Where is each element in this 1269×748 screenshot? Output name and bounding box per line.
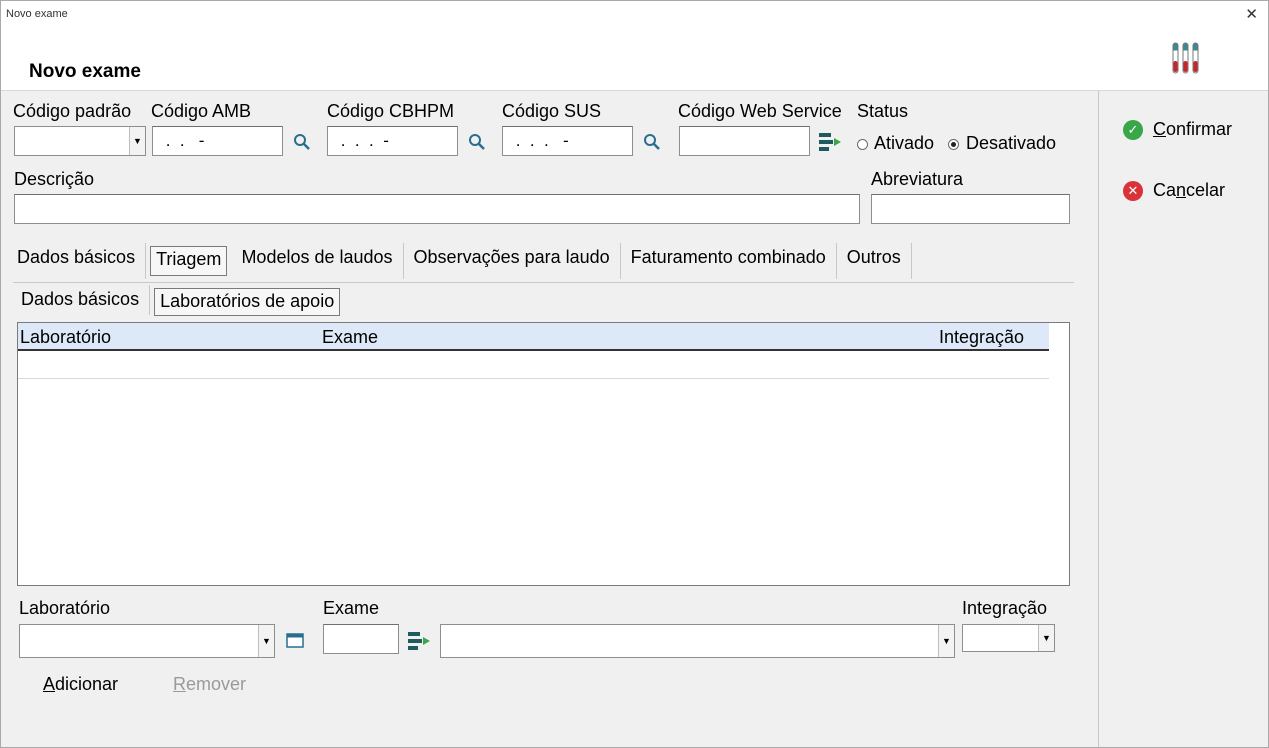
adicionar-label: dicionar: [55, 674, 119, 694]
codigo-padrao-select[interactable]: ▼: [14, 126, 146, 156]
window-icon[interactable]: [286, 633, 304, 648]
web-service-icon[interactable]: [818, 130, 842, 154]
status-ativado-radio[interactable]: [857, 139, 868, 150]
tab-modelos-de-laudos[interactable]: Modelos de laudos: [231, 243, 404, 279]
cancelar-pre: Ca: [1153, 180, 1177, 200]
exame-select[interactable]: ▼: [440, 624, 955, 658]
column-integracao[interactable]: Integração: [939, 327, 1024, 348]
tab-outros[interactable]: Outros: [837, 243, 912, 279]
cancelar-mnemonic: n: [1176, 180, 1187, 200]
tab-triagem[interactable]: Triagem: [150, 246, 228, 276]
status-desativado-label[interactable]: Desativado: [966, 133, 1056, 154]
tabs-divider: [13, 282, 1074, 283]
codigo-sus-label: Código SUS: [502, 101, 602, 121]
laboratorios-grid[interactable]: Laboratório Exame Integração: [17, 322, 1070, 586]
integracao-select[interactable]: ▼: [962, 624, 1055, 652]
codigo-padrao-label: Código padrão: [13, 101, 132, 121]
check-icon: ✓: [1123, 119, 1143, 140]
descricao-label: Descrição: [14, 169, 95, 189]
integracao-label: Integração: [962, 598, 1048, 618]
column-exame[interactable]: Exame: [322, 327, 378, 348]
header: Novo exame: [1, 27, 1268, 91]
tab-faturamento-combinado[interactable]: Faturamento combinado: [621, 243, 837, 279]
adicionar-button[interactable]: Adicionar: [43, 674, 118, 695]
cancelar-button[interactable]: ✕ Cancelar: [1123, 180, 1225, 201]
adicionar-mnemonic: A: [43, 674, 56, 694]
codigo-sus-input[interactable]: . . . -: [502, 126, 633, 156]
subtab-dados-basicos[interactable]: Dados básicos: [17, 285, 151, 315]
abreviatura-label: Abreviatura: [871, 169, 964, 189]
search-icon[interactable]: [468, 133, 486, 151]
remover-mnemonic: R: [173, 674, 186, 694]
status-ativado-label[interactable]: Ativado: [874, 133, 934, 154]
chevron-down-icon[interactable]: ▼: [129, 127, 145, 155]
subtab-laboratorios-de-apoio[interactable]: Laboratórios de apoio: [154, 288, 341, 316]
side-divider: [1098, 91, 1099, 747]
main-tabs: Dados básicos Triagem Modelos de laudos …: [7, 243, 912, 279]
close-icon[interactable]: ✕: [1245, 5, 1258, 23]
remover-button[interactable]: Remover: [173, 674, 246, 695]
test-tubes-icon: [1172, 42, 1199, 74]
search-icon[interactable]: [643, 133, 661, 151]
search-icon[interactable]: [293, 133, 311, 151]
title-bar: Novo exame ✕: [1, 1, 1268, 27]
sub-tabs: Dados básicos Laboratórios de apoio: [17, 285, 342, 316]
grid-header: Laboratório Exame Integração: [18, 323, 1049, 351]
exame-code-input[interactable]: [323, 624, 399, 654]
descricao-input[interactable]: [14, 194, 860, 224]
page-title: Novo exame: [29, 61, 141, 82]
exame-label: Exame: [323, 598, 380, 618]
close-circle-icon: ✕: [1123, 180, 1143, 201]
confirmar-button[interactable]: ✓ Confirmar: [1123, 119, 1232, 140]
status-desativado-radio[interactable]: [948, 139, 959, 150]
abreviatura-input[interactable]: [871, 194, 1070, 224]
codigo-ws-input[interactable]: [679, 126, 810, 156]
confirmar-label: Confirmar: [1153, 119, 1232, 140]
chevron-down-icon[interactable]: ▼: [258, 625, 274, 657]
codigo-ws-label: Código Web Service: [678, 101, 842, 121]
window-title: Novo exame: [6, 8, 68, 20]
chevron-down-icon[interactable]: ▼: [1038, 625, 1054, 651]
dialog-window: Novo exame ✕ Novo exame Código padrão Có…: [0, 0, 1269, 748]
cancelar-text: celar: [1186, 180, 1226, 200]
confirmar-mnemonic: C: [1153, 119, 1166, 139]
cancelar-label: Cancelar: [1153, 180, 1225, 201]
tab-dados-basicos[interactable]: Dados básicos: [7, 243, 147, 279]
laboratorio-select[interactable]: ▼: [19, 624, 275, 658]
tab-observacoes-para-laudo[interactable]: Observações para laudo: [404, 243, 621, 279]
laboratorio-label: Laboratório: [19, 598, 111, 618]
codigo-amb-label: Código AMB: [151, 101, 252, 121]
chevron-down-icon[interactable]: ▼: [938, 625, 954, 657]
status-label: Status: [857, 101, 909, 121]
column-laboratorio[interactable]: Laboratório: [20, 327, 111, 348]
web-service-icon[interactable]: [407, 629, 431, 653]
remover-label: emover: [186, 674, 247, 694]
confirmar-text: onfirmar: [1166, 119, 1233, 139]
codigo-amb-input[interactable]: . . -: [152, 126, 283, 156]
codigo-cbhpm-label: Código CBHPM: [327, 101, 455, 121]
codigo-cbhpm-input[interactable]: . . . -: [327, 126, 458, 156]
table-row[interactable]: [18, 351, 1049, 379]
